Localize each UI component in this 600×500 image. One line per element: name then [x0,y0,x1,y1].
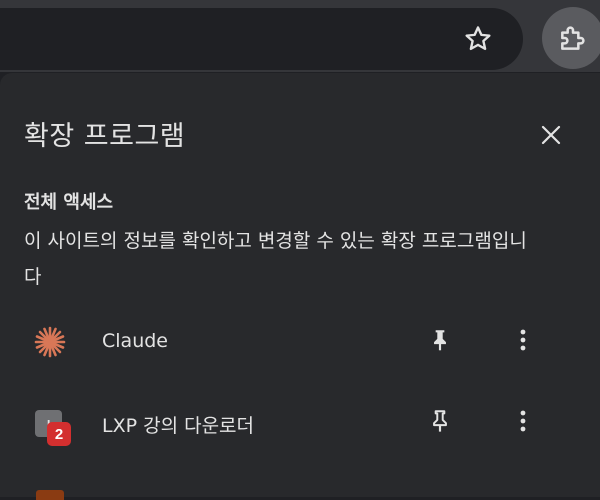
pin-button[interactable] [420,320,460,360]
more-options-button[interactable] [503,401,543,441]
more-vert-icon [520,329,526,351]
extensions-button[interactable] [542,7,600,69]
full-access-heading: 전체 액세스 [24,192,114,213]
extension-item-claude[interactable]: Claude [0,312,600,372]
close-icon [541,125,561,145]
more-options-button[interactable] [503,320,543,360]
pin-button[interactable] [420,401,460,441]
extension-item-lxp[interactable]: L 2 LXP 강의 다운로더 [0,393,600,453]
browser-toolbar [0,0,600,72]
notification-badge: 2 [47,422,71,446]
puzzle-icon [561,26,585,50]
next-extension-icon-peek [36,490,64,500]
extensions-popup: 확장 프로그램 전체 액세스 이 사이트의 정보를 확인하고 변경할 수 있는 … [0,73,600,497]
bookmark-star-button[interactable] [457,18,499,60]
address-bar[interactable] [0,8,523,70]
lxp-icon: L 2 [32,405,71,446]
claude-sunburst-icon [32,324,68,360]
more-vert-icon [520,410,526,432]
star-outline-icon [465,26,491,51]
close-button[interactable] [531,115,571,155]
popup-title: 확장 프로그램 [24,121,186,152]
extension-name: Claude [102,330,168,352]
full-access-description: 이 사이트의 정보를 확인하고 변경할 수 있는 확장 프로그램입니다 [24,230,527,288]
pin-filled-icon [434,330,446,351]
extension-name: LXP 강의 다운로더 [102,415,255,437]
pin-outline-icon [433,410,447,432]
